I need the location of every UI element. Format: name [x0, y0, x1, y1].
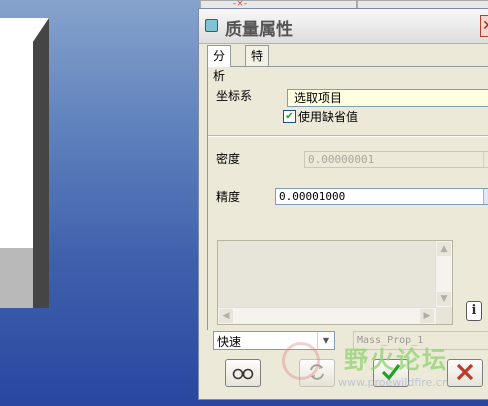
density-value: 0.00000001: [308, 153, 375, 166]
toolbar-marker: -×-: [233, 0, 248, 9]
precision-value: 0.00001000: [279, 190, 346, 203]
glasses-icon: [232, 368, 254, 380]
mode-combo[interactable]: 快速 ▼: [213, 331, 335, 350]
results-horizontal-scrollbar[interactable]: ◀ ▶: [218, 307, 436, 324]
density-combo: 0.00000001 ▼: [304, 151, 488, 168]
density-label: 密度: [216, 152, 241, 166]
analysis-panel: 坐标系 选取项目 ✔ 使用缺省值 密度 0.00000001 ▼ 精度 0.00…: [207, 66, 488, 330]
model-block-side-face: [33, 18, 49, 308]
chevron-down-icon[interactable]: ▼: [483, 189, 488, 204]
chevron-down-icon: ▼: [483, 152, 488, 167]
mode-value: 快速: [217, 335, 242, 349]
repeat-button[interactable]: [299, 359, 335, 387]
model-block-bottom-face: [0, 248, 33, 308]
scroll-down-icon[interactable]: ▼: [437, 292, 451, 306]
use-default-label: 使用缺省值: [298, 110, 359, 124]
use-default-checkbox[interactable]: ✔: [283, 110, 296, 123]
info-icon[interactable]: i: [466, 301, 482, 321]
results-vertical-scrollbar[interactable]: ▲ ▼: [435, 241, 452, 307]
scroll-up-icon[interactable]: ▲: [437, 242, 451, 256]
cancel-button[interactable]: [447, 359, 483, 387]
dialog-titlebar[interactable]: 质量属性 ✕: [199, 9, 488, 44]
precision-combo[interactable]: 0.00001000 ▼: [275, 188, 488, 205]
coord-system-label: 坐标系: [216, 89, 253, 103]
results-area: ▲ ▼ ◀ ▶: [217, 240, 453, 325]
checkmark-icon: [381, 364, 401, 381]
cycle-arrows-icon: [310, 364, 324, 380]
mass-properties-dialog: 质量属性 ✕ 分析 特征 坐标系 选取项目 ✔ 使用缺省值 密度 0.00000…: [198, 8, 488, 400]
model-block-front-face: [0, 18, 33, 248]
app-icon: [205, 19, 218, 32]
dialog-title: 质量属性: [225, 20, 293, 40]
scroll-left-icon[interactable]: ◀: [219, 309, 233, 323]
coord-system-collector[interactable]: 选取项目: [287, 89, 488, 107]
analysis-name-field[interactable]: Mass_Prop_1: [353, 331, 488, 350]
precision-label: 精度: [216, 190, 241, 204]
close-icon[interactable]: ✕: [480, 15, 488, 37]
tab-feature[interactable]: 特征: [245, 45, 270, 83]
chevron-down-icon[interactable]: ▼: [317, 332, 334, 349]
close-icon: [456, 363, 474, 381]
section-divider: [208, 135, 488, 137]
scroll-right-icon[interactable]: ▶: [420, 309, 434, 323]
preview-button[interactable]: [225, 359, 261, 387]
tab-analysis[interactable]: 分析: [207, 45, 232, 83]
ok-button[interactable]: [373, 359, 409, 387]
